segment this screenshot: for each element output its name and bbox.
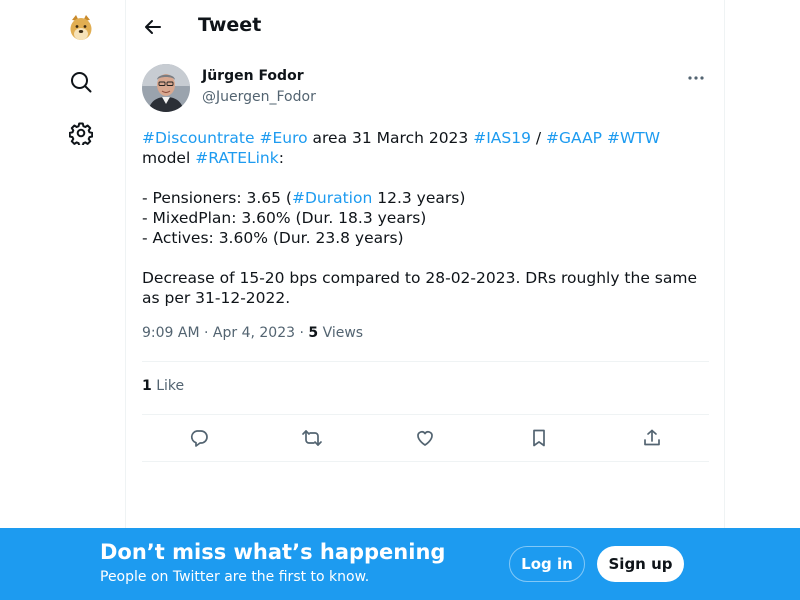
search-icon[interactable]	[57, 58, 105, 106]
tweet-line: #Discountrate #Euro area 31 March 2023 #…	[142, 128, 712, 148]
tweet-line: Decrease of 15-20 bps compared to 28-02-…	[142, 269, 697, 287]
hashtag-link[interactable]: #RATELink	[195, 149, 279, 167]
hashtag-link[interactable]: #WTW	[607, 129, 660, 147]
divider	[142, 361, 709, 362]
ellipsis-icon	[688, 76, 704, 80]
signup-banner: Don’t miss what’s happening People on Tw…	[0, 528, 800, 600]
tweet-author: Jürgen Fodor @Juergen_Fodor	[142, 64, 710, 114]
tweet-time[interactable]: 9:09 AM	[142, 325, 200, 341]
retweet-icon	[302, 430, 322, 446]
sign-up-button[interactable]: Sign up	[597, 546, 684, 582]
likes-count: 1	[142, 378, 152, 394]
hashtag-link[interactable]: #GAAP	[546, 129, 602, 147]
avatar[interactable]	[142, 64, 190, 112]
hashtag-link[interactable]: #Duration	[292, 189, 372, 207]
likes-label: Like	[156, 378, 185, 394]
reply-button[interactable]	[182, 421, 216, 455]
main-column: Tweet Jürgen Fodor @Juergen_Fodor #Disco…	[125, 0, 725, 600]
tweet-line: - Pensioners: 3.65 (#Duration 12.3 years…	[142, 188, 712, 208]
bookmark-button[interactable]	[522, 421, 556, 455]
tweet-line: - Actives: 3.60% (Dur. 23.8 years)	[142, 229, 404, 247]
tweet-line: model #RATELink:	[142, 148, 712, 168]
tweet-text-segment: :	[278, 149, 284, 167]
views-label: Views	[322, 325, 364, 341]
tweet-text-segment: /	[530, 129, 547, 147]
tweet-text-segment: 12.3 years)	[372, 189, 466, 207]
likes-stat[interactable]: 1 Like	[142, 378, 184, 394]
tweet-text-segment: area 31 March 2023	[307, 129, 474, 147]
like-heart-icon	[417, 431, 434, 446]
divider	[142, 461, 709, 462]
tweet-line-gap	[142, 248, 712, 268]
author-name[interactable]: Jürgen Fodor	[202, 68, 304, 84]
retweet-button[interactable]	[295, 421, 329, 455]
gear-icon[interactable]	[57, 109, 105, 157]
divider	[142, 414, 709, 415]
tweet-line-gap	[142, 168, 712, 188]
like-button[interactable]	[408, 421, 442, 455]
tweet-actions	[142, 422, 709, 454]
share-button[interactable]	[635, 421, 669, 455]
views-count: 5	[308, 325, 319, 341]
bookmark-icon	[533, 429, 545, 447]
tweet-meta: 9:09 AM · Apr 4, 2023 · 5 Views	[142, 325, 363, 341]
share-icon	[644, 429, 661, 446]
back-button[interactable]	[136, 10, 170, 44]
meta-separator: ·	[204, 325, 209, 341]
reply-icon	[190, 430, 208, 447]
tweet-date[interactable]: Apr 4, 2023	[213, 325, 295, 341]
header-bar: Tweet	[126, 0, 724, 53]
more-options-button[interactable]	[682, 66, 710, 90]
tweet-text: #Discountrate #Euro area 31 March 2023 #…	[142, 128, 712, 308]
banner-subtext: People on Twitter are the first to know.	[100, 569, 370, 585]
tweet-text-segment: - Pensioners: 3.65 (	[142, 189, 292, 207]
meta-separator: ·	[299, 325, 304, 341]
hashtag-link[interactable]: #Euro	[259, 129, 307, 147]
hashtag-link[interactable]: #Discountrate	[142, 129, 255, 147]
left-navigation	[0, 0, 126, 600]
tweet-text-segment: model	[142, 149, 196, 167]
log-in-button[interactable]: Log in	[509, 546, 585, 582]
tweet-line: as per 31-12-2022.	[142, 289, 291, 307]
hashtag-link[interactable]: #IAS19	[473, 129, 531, 147]
doge-logo-icon[interactable]	[57, 4, 105, 52]
banner-headline: Don’t miss what’s happening	[100, 540, 446, 564]
tweet-line: - MixedPlan: 3.60% (Dur. 18.3 years)	[142, 209, 427, 227]
arrow-left-icon	[145, 20, 161, 34]
author-handle[interactable]: @Juergen_Fodor	[202, 89, 316, 105]
page-title: Tweet	[198, 14, 262, 36]
